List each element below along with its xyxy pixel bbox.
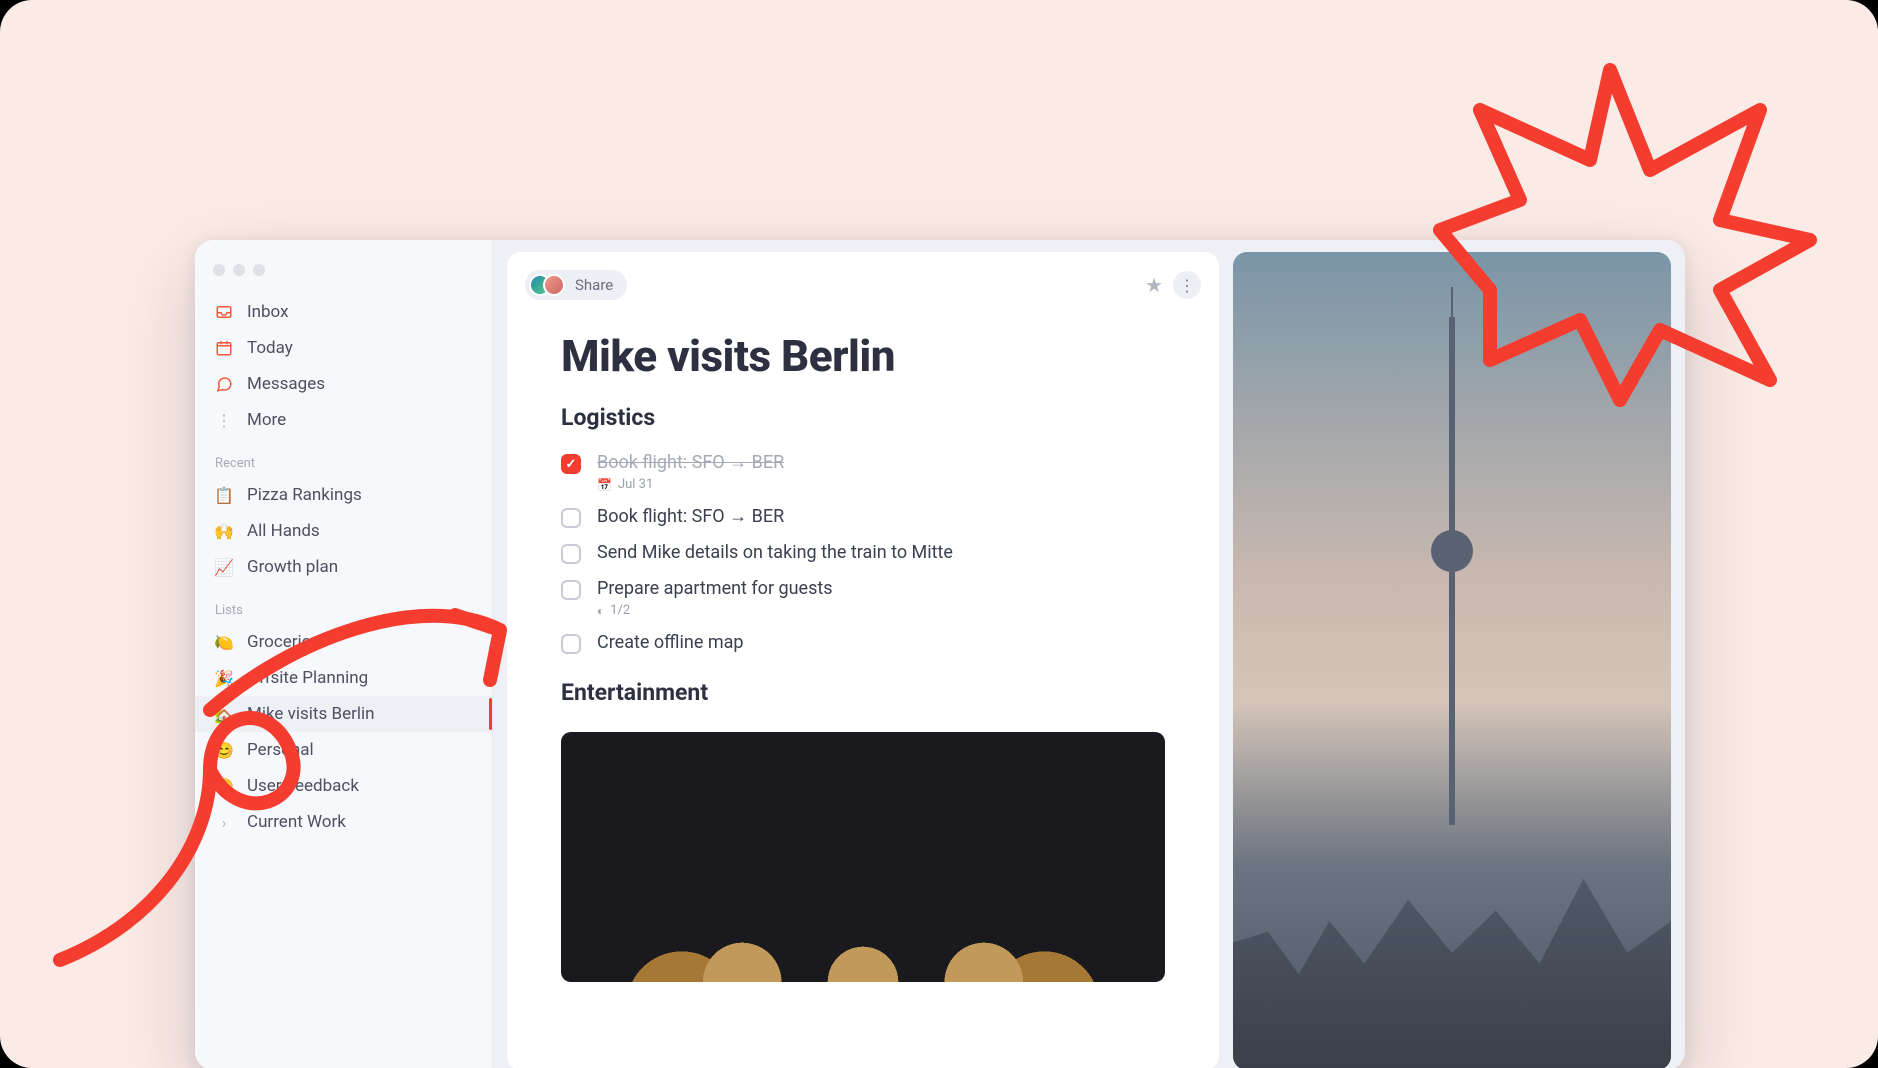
list-item[interactable]: 😊 User Feedback	[195, 768, 492, 804]
list-emoji-icon: 🙌	[215, 522, 233, 540]
list-emoji-icon: 📋	[215, 486, 233, 504]
inbox-icon	[215, 303, 233, 321]
list-item[interactable]: 🍋 Groceries	[195, 624, 492, 660]
list-emoji-icon: 🎉	[215, 669, 233, 687]
share-button[interactable]: Share	[525, 270, 627, 300]
section-header: Recent	[195, 438, 492, 477]
task-text: Create offline map	[597, 632, 1165, 653]
task-text: Send Mike details on taking the train to…	[597, 542, 1165, 563]
list-item[interactable]: 😊 Personal	[195, 732, 492, 768]
list-label: Mike visits Berlin	[247, 704, 375, 724]
list-item[interactable]: 🎉 Offsite Planning	[195, 660, 492, 696]
task-text: Prepare apartment for guests	[597, 578, 1165, 599]
checkbox[interactable]	[561, 508, 581, 528]
star-icon[interactable]: ★	[1145, 273, 1163, 297]
list-label: Offsite Planning	[247, 668, 368, 688]
nav-more[interactable]: ⋮ More	[195, 402, 492, 438]
calendar-icon	[215, 339, 233, 357]
list-emoji-icon: 😊	[215, 777, 233, 795]
list-label: Pizza Rankings	[247, 485, 362, 505]
page-title: Mike visits Berlin	[561, 320, 1165, 400]
task-row[interactable]: Book flight: SFO → BER	[561, 499, 1165, 535]
calendar-icon: 📅	[597, 478, 612, 492]
main: Share ★ ⋮ Mike visits Berlin Logistics B…	[493, 240, 1685, 1068]
nav-inbox[interactable]: Inbox	[195, 294, 492, 330]
list-label: Personal	[247, 740, 314, 760]
section-heading: Entertainment	[561, 661, 1165, 720]
hero-image	[1233, 252, 1671, 1068]
section-heading: Logistics	[561, 400, 1165, 445]
nav-label: Inbox	[247, 302, 289, 322]
task-row[interactable]: Send Mike details on taking the train to…	[561, 535, 1165, 571]
task-text: Book flight: SFO → BER	[597, 452, 1165, 473]
more-button[interactable]: ⋮	[1173, 271, 1201, 299]
nav-messages[interactable]: Messages	[195, 366, 492, 402]
progress-icon: ◐	[597, 604, 604, 618]
list-emoji-icon: 🍋	[215, 633, 233, 651]
list-label: Groceries	[247, 632, 319, 652]
sidebar: Inbox Today Messages ⋮ More Recent 📋	[195, 240, 493, 1068]
chevron-right-icon: ›	[215, 813, 233, 831]
nav-label: Today	[247, 338, 293, 358]
nav-label: Messages	[247, 374, 325, 394]
window-controls[interactable]	[195, 260, 492, 294]
recent-item[interactable]: 📋 Pizza Rankings	[195, 477, 492, 513]
task-row[interactable]: Create offline map	[561, 625, 1165, 661]
recent-item[interactable]: 📈 Growth plan	[195, 549, 492, 585]
list-label: User Feedback	[247, 776, 359, 796]
task-text: Book flight: SFO → BER	[597, 506, 1165, 527]
list-label: Growth plan	[247, 557, 338, 577]
list-label: All Hands	[247, 521, 320, 541]
checkbox[interactable]	[561, 580, 581, 600]
list-item[interactable]: › Current Work	[195, 804, 492, 840]
list-item-active[interactable]: 🏡 Mike visits Berlin	[195, 696, 492, 732]
list-emoji-icon: 😊	[215, 741, 233, 759]
section-header: Lists	[195, 585, 492, 624]
document: Share ★ ⋮ Mike visits Berlin Logistics B…	[507, 252, 1219, 1068]
nav-label: More	[247, 410, 286, 430]
task-date: Jul 31	[618, 477, 653, 492]
task-row[interactable]: Prepare apartment for guests ◐ 1/2	[561, 571, 1165, 625]
task-progress: 1/2	[610, 603, 630, 618]
recent-item[interactable]: 🙌 All Hands	[195, 513, 492, 549]
content-image	[561, 732, 1165, 982]
checkbox[interactable]	[561, 634, 581, 654]
nav-today[interactable]: Today	[195, 330, 492, 366]
list-emoji-icon: 📈	[215, 558, 233, 576]
task-row[interactable]: Book flight: SFO → BER 📅 Jul 31	[561, 445, 1165, 499]
checkbox-checked[interactable]	[561, 454, 581, 474]
checkbox[interactable]	[561, 544, 581, 564]
app-window: Inbox Today Messages ⋮ More Recent 📋	[195, 240, 1685, 1068]
list-emoji-icon: 🏡	[215, 705, 233, 723]
chat-icon	[215, 375, 233, 393]
more-vertical-icon: ⋮	[215, 411, 233, 429]
avatars	[529, 274, 565, 296]
share-label: Share	[575, 276, 613, 294]
list-label: Current Work	[247, 812, 346, 832]
